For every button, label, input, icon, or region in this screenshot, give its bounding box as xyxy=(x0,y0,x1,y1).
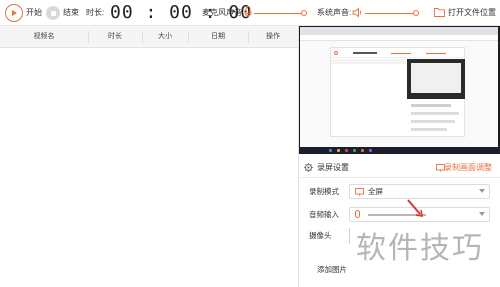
file-list-header: 视频名 时长 大小 日期 操作 xyxy=(0,26,298,48)
play-icon xyxy=(12,10,17,16)
stop-icon xyxy=(50,10,56,16)
file-list xyxy=(0,48,298,287)
preview-nested-preview xyxy=(407,59,465,99)
preview-address-bar xyxy=(300,35,498,41)
audio-input-label: 音频输入 xyxy=(309,210,339,219)
preview-app-window xyxy=(330,47,465,137)
preview-app-toolbar xyxy=(331,48,464,58)
column-size[interactable]: 大小 xyxy=(142,26,188,48)
record-mode-value: 全屏 xyxy=(368,187,383,196)
stop-button[interactable] xyxy=(46,6,60,20)
gear-icon xyxy=(304,163,313,172)
preview-slider xyxy=(391,53,411,54)
chevron-down-icon xyxy=(479,189,485,193)
microphone-icon xyxy=(355,210,360,218)
camera-field[interactable] xyxy=(349,228,350,244)
column-duration[interactable]: 时长 xyxy=(88,26,142,48)
speaker-icon[interactable] xyxy=(352,7,363,18)
preview-setting-line xyxy=(411,112,459,115)
advanced-settings-link[interactable]: 录制画面调整 xyxy=(444,163,492,173)
record-mode-label: 录制模式 xyxy=(309,187,339,196)
column-video-name[interactable]: 视频名 xyxy=(0,26,88,48)
preview-taskbar-icon xyxy=(345,149,348,152)
preview-taskbar-icon xyxy=(353,149,356,152)
stop-label: 结束 xyxy=(63,8,79,17)
arrow-annotation xyxy=(407,199,423,217)
preview-list-header xyxy=(331,59,406,64)
chevron-down-icon xyxy=(479,212,485,216)
mic-volume-slider[interactable] xyxy=(254,13,304,14)
preview-taskbar-icon xyxy=(369,149,372,152)
microphone-icon[interactable] xyxy=(244,6,252,19)
preview-taskbar xyxy=(299,147,500,154)
preview-setting-line xyxy=(411,128,447,131)
start-button[interactable] xyxy=(5,4,23,22)
preview-taskbar-icon xyxy=(361,149,364,152)
system-volume-label: 系统声音: xyxy=(317,8,352,17)
preview-nested-content xyxy=(411,63,461,93)
toolbar: 开始 结束 时长: 00 : 00 : 00 麦克风声音: 系统声音: 打开文件… xyxy=(0,0,500,26)
screen-preview xyxy=(299,26,500,154)
record-mode-select[interactable]: 全屏 xyxy=(349,184,490,199)
settings-header: 录屏设置 录制画面调整 xyxy=(299,158,500,178)
preview-taskbar-icon xyxy=(329,149,332,152)
preview-screen-content xyxy=(300,27,498,148)
preview-taskbar-icon xyxy=(337,149,340,152)
system-volume-slider[interactable] xyxy=(365,13,415,14)
start-label: 开始 xyxy=(26,8,42,17)
system-volume-knob[interactable] xyxy=(413,10,419,16)
preview-setting-line xyxy=(411,104,451,107)
watermark: 软件技巧 xyxy=(356,231,484,266)
preview-play-icon xyxy=(334,51,338,55)
open-folder-button[interactable]: 打开文件位置 xyxy=(448,7,496,19)
camera-label: 摄像头 xyxy=(309,231,332,240)
mic-volume-knob[interactable] xyxy=(301,10,307,16)
add-image-label[interactable]: 添加图片 xyxy=(317,265,347,275)
preview-slider xyxy=(426,53,446,54)
column-actions[interactable]: 操作 xyxy=(248,26,298,48)
column-date[interactable]: 日期 xyxy=(188,26,248,48)
mic-volume-label: 麦克风声音: xyxy=(202,8,245,17)
duration-label: 时长: xyxy=(86,8,105,17)
settings-title: 录屏设置 xyxy=(317,163,349,172)
preview-tab-bar xyxy=(300,27,498,35)
monitor-icon xyxy=(355,188,364,196)
folder-icon[interactable] xyxy=(434,7,445,17)
preview-setting-line xyxy=(411,120,455,123)
preview-timer xyxy=(353,52,377,54)
